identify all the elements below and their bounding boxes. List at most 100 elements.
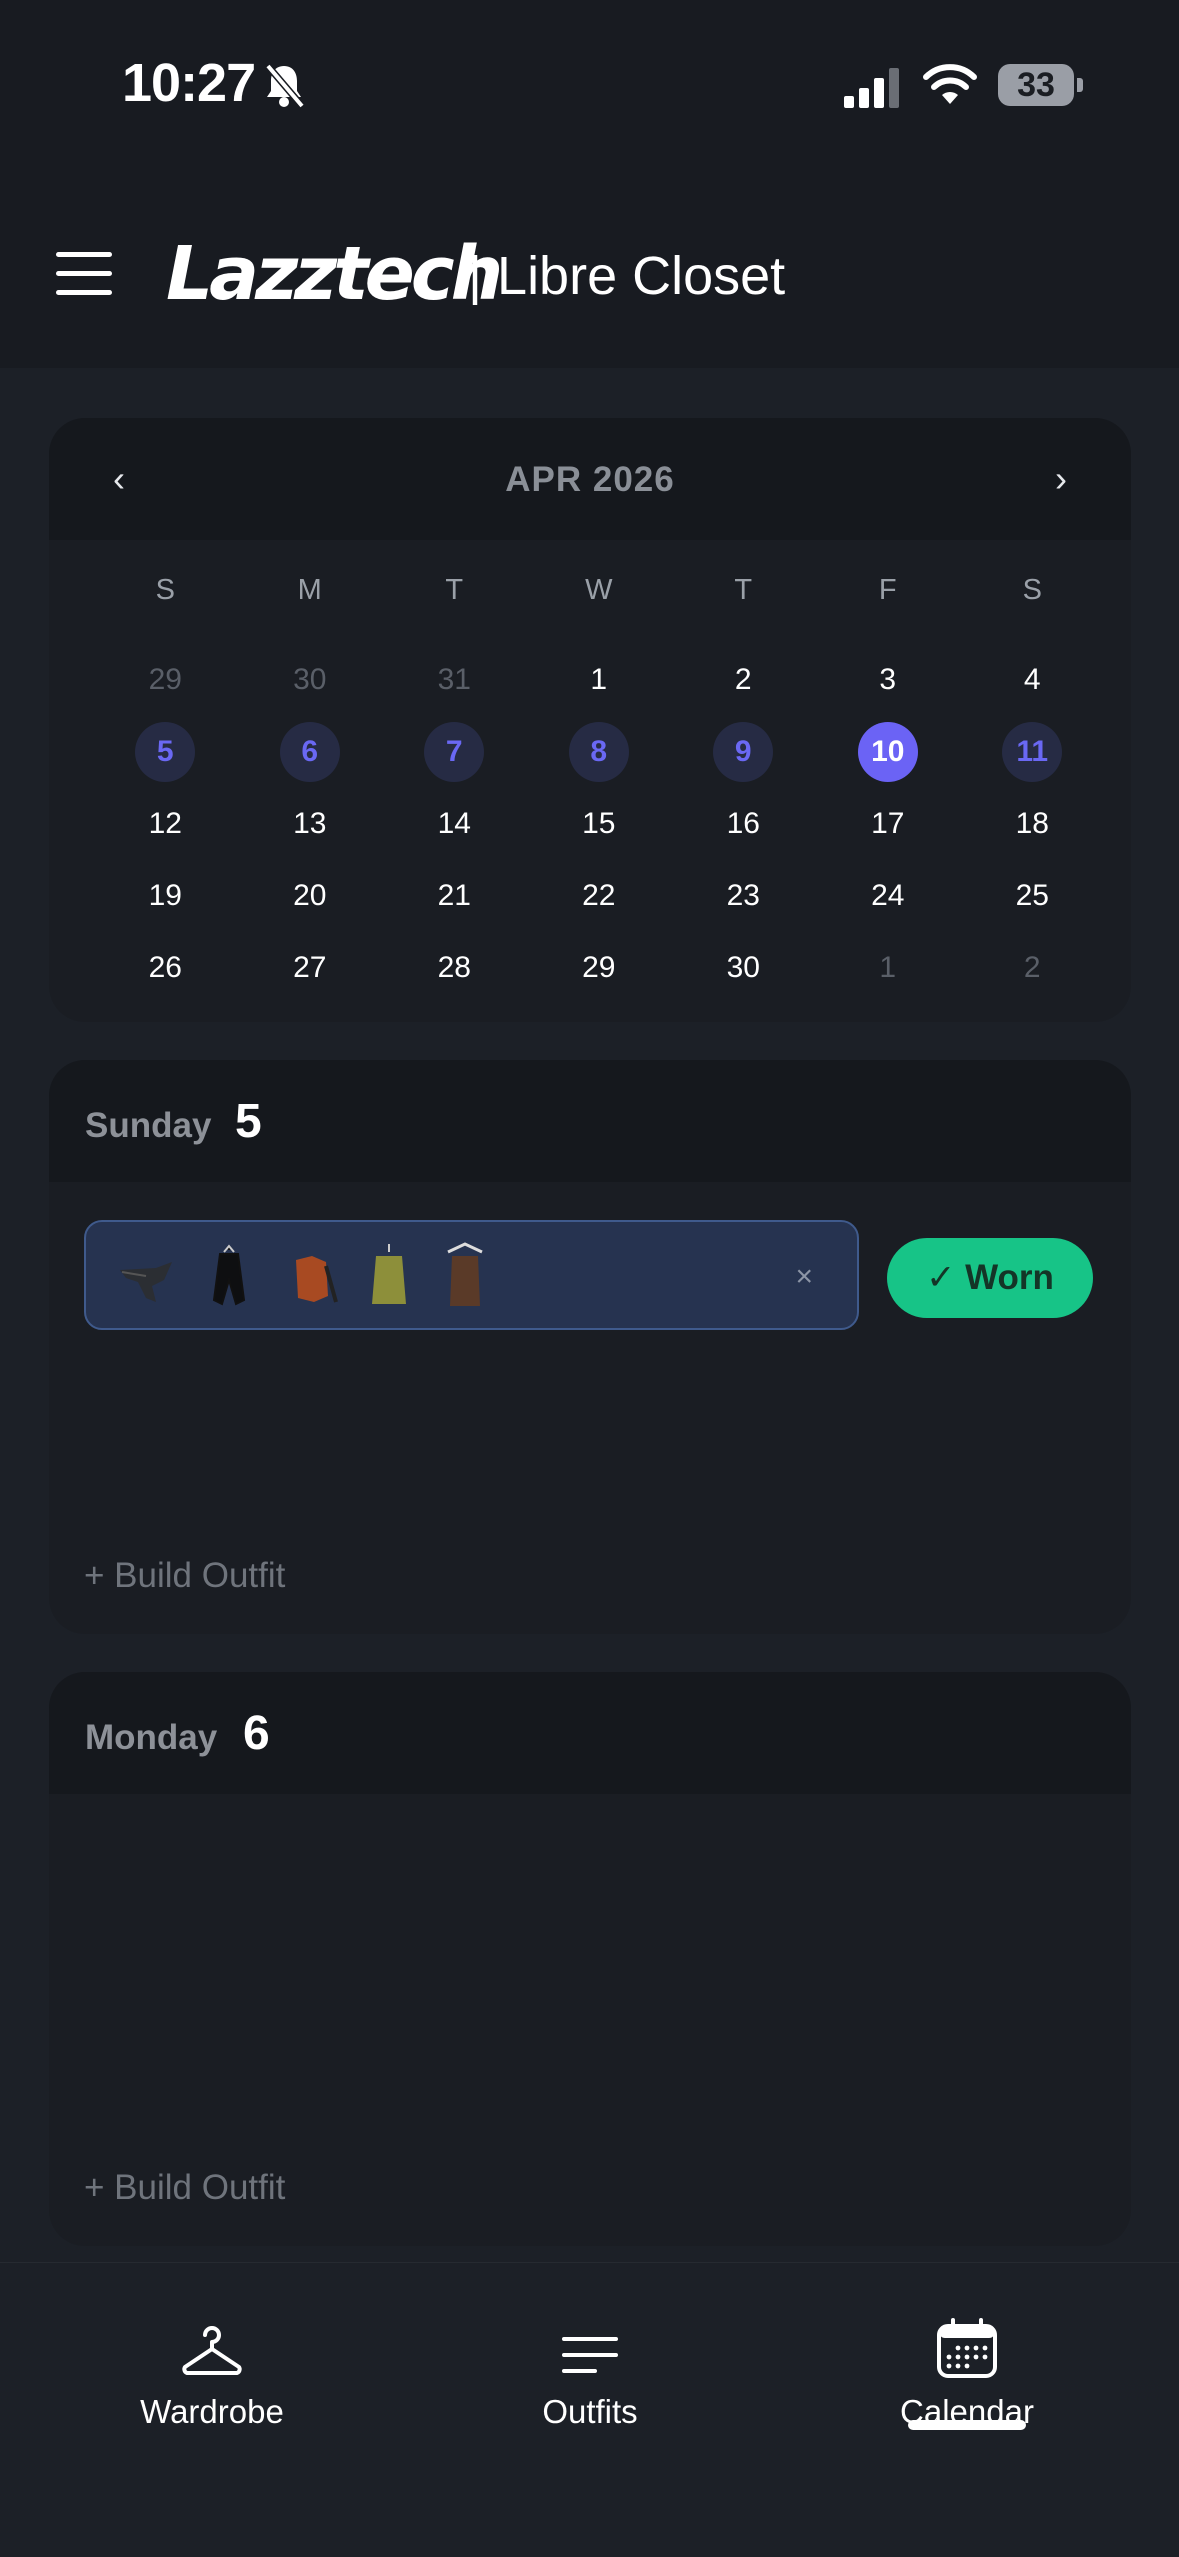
day-number-label: 27 <box>293 951 327 984</box>
day-number-label: 21 <box>437 879 471 912</box>
calendar-header: ‹ APR 2026 › <box>49 418 1131 540</box>
calendar-day[interactable]: 29 <box>527 932 672 1004</box>
calendar-day[interactable]: 27 <box>238 932 383 1004</box>
day-number: 6 <box>243 1707 270 1760</box>
calendar-grid: S M T W T F S 29 30 31 1 2 3 4 5 6 7 8 9 10 11 12 13 14 15 16 17 18… <box>93 572 1105 1004</box>
calendar-day[interactable]: 14 <box>382 788 527 860</box>
calendar-day[interactable]: 4 <box>960 644 1105 716</box>
day-card-sunday: Sunday 5 × ✓ Worn + Build Outfit <box>49 1060 1131 1634</box>
day-number-label: 25 <box>1015 879 1049 912</box>
signal-icon <box>844 68 899 108</box>
weekday-label: T <box>734 574 753 606</box>
calendar-day[interactable]: 17 <box>816 788 961 860</box>
calendar-day[interactable]: 15 <box>527 788 672 860</box>
day-number-label: 28 <box>437 951 471 984</box>
calendar-day[interactable]: 28 <box>382 932 527 1004</box>
app-title: | Libre Closet <box>468 246 786 306</box>
weekday-label: M <box>297 574 322 606</box>
calendar-day[interactable]: 23 <box>671 860 816 932</box>
tab-calendar[interactable]: Calendar <box>837 2307 1097 2431</box>
day-number-label: 7 <box>424 722 485 782</box>
lines-icon <box>562 2337 618 2373</box>
calendar-day[interactable]: 2 <box>960 932 1105 1004</box>
build-outfit-button[interactable]: + Build Outfit <box>84 2168 285 2208</box>
outfit-item-coat <box>212 1244 246 1306</box>
wifi-icon <box>923 64 977 104</box>
outfit-chip[interactable]: × <box>84 1220 859 1330</box>
day-number-label: 17 <box>871 807 905 840</box>
tab-wardrobe[interactable]: Wardrobe <box>82 2307 342 2431</box>
day-number-label: 11 <box>1002 722 1063 782</box>
day-number-label: 29 <box>148 663 182 696</box>
day-number-label: 12 <box>148 807 182 840</box>
day-number-label: 15 <box>582 807 616 840</box>
calendar-day[interactable]: 31 <box>382 644 527 716</box>
calendar-day[interactable]: 21 <box>382 860 527 932</box>
tab-label: Wardrobe <box>140 2393 284 2430</box>
calendar-day[interactable]: 7 <box>382 716 527 788</box>
day-number-label: 31 <box>437 663 471 696</box>
calendar-day[interactable]: 24 <box>816 860 961 932</box>
day-number-label: 13 <box>293 807 327 840</box>
day-number-label: 3 <box>879 663 897 696</box>
next-month-button[interactable]: › <box>1041 458 1081 500</box>
day-number-label: 26 <box>148 951 182 984</box>
calendar-day[interactable]: 16 <box>671 788 816 860</box>
calendar-day[interactable]: 6 <box>238 716 383 788</box>
day-number-label: 22 <box>582 879 616 912</box>
day-number-label: 9 <box>713 722 774 782</box>
app-logo: Lazztech <box>166 231 503 317</box>
calendar-day[interactable]: 1 <box>527 644 672 716</box>
tab-outfits[interactable]: Outfits <box>460 2307 720 2431</box>
day-number-label: 24 <box>871 879 905 912</box>
bell-muted-icon <box>265 63 305 109</box>
outfit-item-jacket <box>296 1256 338 1303</box>
day-number-label: 30 <box>293 663 327 696</box>
day-number-label: 8 <box>568 722 629 782</box>
month-label: APR 2026 <box>505 460 675 499</box>
calendar-day[interactable]: 25 <box>960 860 1105 932</box>
calendar-day[interactable]: 5 <box>93 716 238 788</box>
menu-icon[interactable] <box>56 252 112 296</box>
status-time: 10:27 <box>122 53 256 113</box>
build-outfit-button[interactable]: + Build Outfit <box>84 1556 285 1596</box>
calendar-day[interactable]: 30 <box>238 644 383 716</box>
day-number-label: 2 <box>1023 951 1041 984</box>
day-name: Monday <box>85 1718 218 1757</box>
calendar-day[interactable]: 20 <box>238 860 383 932</box>
remove-outfit-button[interactable]: × <box>795 1260 813 1294</box>
hanger-icon <box>182 2326 242 2375</box>
outfit-item-sweater <box>372 1244 406 1304</box>
weekday-label: T <box>445 574 464 606</box>
calendar-icon <box>937 2318 997 2378</box>
calendar-day[interactable]: 11 <box>960 716 1105 788</box>
calendar-day[interactable]: 26 <box>93 932 238 1004</box>
weekday-label: S <box>1022 574 1042 606</box>
day-header: Sunday 5 <box>49 1060 1131 1182</box>
day-number-label: 1 <box>879 951 897 984</box>
worn-button[interactable]: ✓ Worn <box>887 1238 1093 1318</box>
day-number-label: 23 <box>726 879 760 912</box>
calendar-day[interactable]: 2 <box>671 644 816 716</box>
calendar-day[interactable]: 9 <box>671 716 816 788</box>
day-number-label: 4 <box>1023 663 1041 696</box>
calendar-day[interactable]: 8 <box>527 716 672 788</box>
calendar-day[interactable]: 13 <box>238 788 383 860</box>
calendar-day[interactable]: 22 <box>527 860 672 932</box>
day-name: Sunday <box>85 1106 212 1145</box>
day-number-label: 2 <box>734 663 752 696</box>
calendar-day[interactable]: 30 <box>671 932 816 1004</box>
day-number: 5 <box>235 1095 262 1148</box>
calendar-day[interactable]: 29 <box>93 644 238 716</box>
calendar-day[interactable]: 1 <box>816 932 961 1004</box>
calendar-day-today[interactable]: 10 <box>816 716 961 788</box>
battery-indicator: 33 <box>998 64 1074 106</box>
battery-tip <box>1077 78 1083 92</box>
day-number-label: 30 <box>726 951 760 984</box>
day-number-label: 20 <box>293 879 327 912</box>
calendar-day[interactable]: 18 <box>960 788 1105 860</box>
calendar-day[interactable]: 12 <box>93 788 238 860</box>
calendar-day[interactable]: 3 <box>816 644 961 716</box>
calendar-day[interactable]: 19 <box>93 860 238 932</box>
day-number-label: 5 <box>135 722 196 782</box>
